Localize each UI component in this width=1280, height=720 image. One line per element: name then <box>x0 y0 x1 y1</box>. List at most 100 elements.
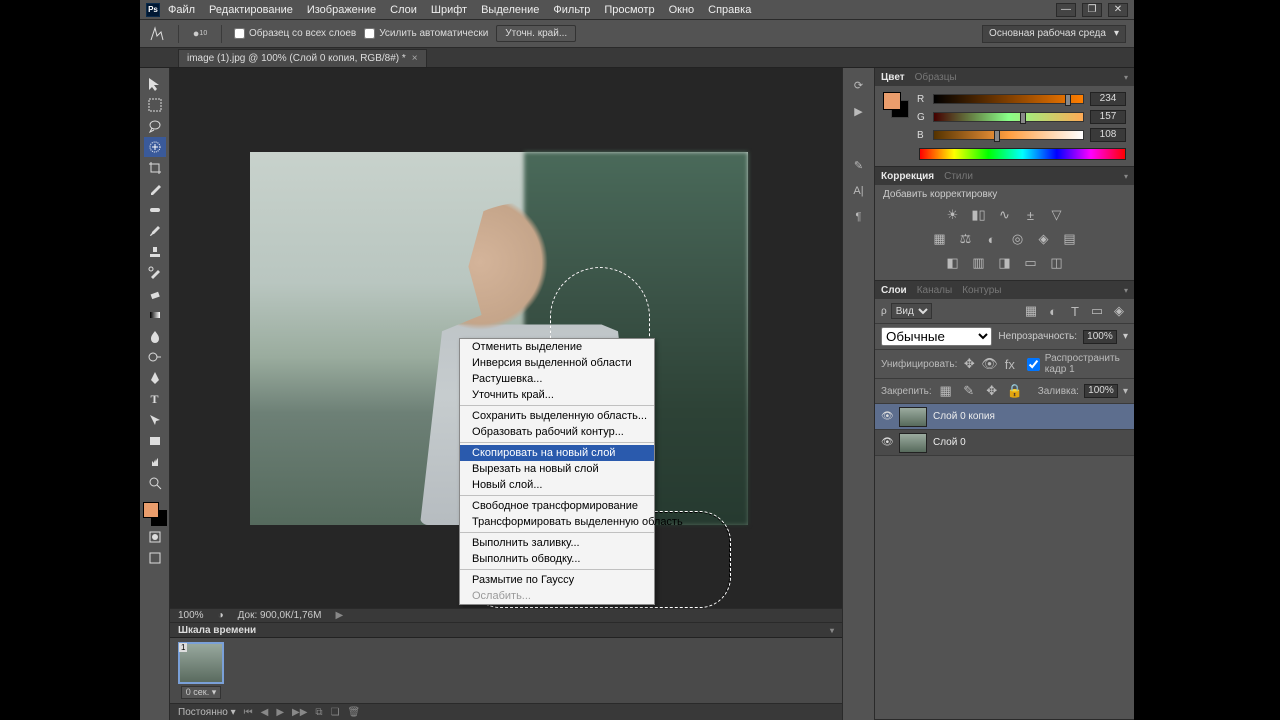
character-panel-icon[interactable]: A| <box>850 182 868 200</box>
actions-panel-icon[interactable]: ▶ <box>850 102 868 120</box>
layers-tab[interactable]: Слои <box>881 285 907 296</box>
context-menu-item[interactable]: Размытие по Гауссу <box>460 572 654 588</box>
foreground-color-swatch[interactable] <box>143 502 159 518</box>
stamp-tool[interactable] <box>144 242 166 262</box>
lock-transparency-icon[interactable]: ▦ <box>937 382 955 400</box>
adjustments-tab[interactable]: Коррекция <box>881 171 934 182</box>
minimize-button[interactable]: — <box>1056 3 1076 17</box>
ruler-icon[interactable]: ◑ <box>218 610 224 621</box>
red-slider[interactable] <box>933 94 1084 104</box>
context-menu-item[interactable]: Выполнить заливку... <box>460 535 654 551</box>
color-spectrum[interactable] <box>919 148 1126 160</box>
selective-color-icon[interactable]: ◫ <box>1048 254 1066 272</box>
loop-mode[interactable]: Постоянно ▾ <box>178 707 236 718</box>
blue-value[interactable]: 108 <box>1090 128 1126 142</box>
hue-icon[interactable]: ▦ <box>931 230 949 248</box>
menu-image[interactable]: Изображение <box>307 4 376 16</box>
unify-pos-icon[interactable]: ✥ <box>962 355 976 373</box>
panel-menu-icon[interactable]: ▾ <box>1124 172 1128 181</box>
layer-filter-kind[interactable]: Вид <box>891 303 932 319</box>
menu-layers[interactable]: Слои <box>390 4 417 16</box>
paragraph-panel-icon[interactable]: ¶ <box>850 208 868 226</box>
levels-icon[interactable]: ▮▯ <box>970 206 988 224</box>
color-chips[interactable] <box>883 92 909 118</box>
auto-enhance-checkbox[interactable]: Усилить автоматически <box>364 28 488 39</box>
filter-pixel-icon[interactable]: ▦ <box>1022 302 1040 320</box>
close-icon[interactable]: × <box>412 53 418 64</box>
invert-icon[interactable]: ◧ <box>944 254 962 272</box>
timeline-frame-thumb[interactable]: 1 <box>178 642 224 684</box>
maximize-button[interactable]: ❐ <box>1082 3 1102 17</box>
shape-tool[interactable] <box>144 431 166 451</box>
layer-name[interactable]: Слой 0 копия <box>933 411 995 422</box>
lookup-icon[interactable]: ▤ <box>1061 230 1079 248</box>
green-value[interactable]: 157 <box>1090 110 1126 124</box>
swatches-tab[interactable]: Образцы <box>915 72 957 83</box>
context-menu-item[interactable]: Новый слой... <box>460 477 654 493</box>
layer-visibility-icon[interactable]: 👁 <box>881 411 893 423</box>
opacity-field[interactable]: 100% <box>1083 330 1117 344</box>
context-menu-item[interactable]: Инверсия выделенной области <box>460 355 654 371</box>
first-frame-button[interactable]: ⏮ <box>244 707 253 718</box>
context-menu-item[interactable]: Образовать рабочий контур... <box>460 424 654 440</box>
context-menu-item[interactable]: Сохранить выделенную область... <box>460 408 654 424</box>
brush-picker[interactable]: ●10 <box>191 25 209 43</box>
filter-adjust-icon[interactable]: ◐ <box>1044 302 1062 320</box>
menu-filter[interactable]: Фильтр <box>553 4 590 16</box>
brush-tool[interactable] <box>144 221 166 241</box>
panel-menu-icon[interactable]: ▾ <box>1124 73 1128 82</box>
bw-icon[interactable]: ◐ <box>983 230 1001 248</box>
play-button[interactable]: ▶ <box>276 707 284 718</box>
gradient-tool[interactable] <box>144 305 166 325</box>
canvas-area[interactable]: Отменить выделениеИнверсия выделенной об… <box>170 68 842 622</box>
frame-duration[interactable]: 0 сек. ▾ <box>181 686 221 699</box>
layer-name[interactable]: Слой 0 <box>933 437 966 448</box>
color-tab[interactable]: Цвет <box>881 72 905 83</box>
filter-smart-icon[interactable]: ◈ <box>1110 302 1128 320</box>
eyedropper-tool[interactable] <box>144 179 166 199</box>
brightness-icon[interactable]: ☀ <box>944 206 962 224</box>
panel-menu-icon[interactable]: ▾ <box>1124 286 1128 295</box>
new-frame-button[interactable]: ❏ <box>331 707 340 718</box>
lock-pixels-icon[interactable]: ✎ <box>960 382 978 400</box>
close-button[interactable]: ✕ <box>1108 3 1128 17</box>
path-select-tool[interactable] <box>144 410 166 430</box>
color-swatches[interactable] <box>143 502 167 526</box>
status-menu-arrow[interactable]: ▶ <box>335 610 343 621</box>
lock-position-icon[interactable]: ✥ <box>983 382 1001 400</box>
current-tool-icon[interactable] <box>148 25 166 43</box>
photo-filter-icon[interactable]: ◎ <box>1009 230 1027 248</box>
context-menu-item[interactable]: Растушевка... <box>460 371 654 387</box>
move-tool[interactable] <box>144 74 166 94</box>
tween-button[interactable]: ⧉ <box>315 707 322 718</box>
prev-frame-button[interactable]: ◀ <box>261 707 269 718</box>
zoom-level[interactable]: 100% <box>178 610 204 621</box>
layer-item[interactable]: 👁 Слой 0 копия <box>875 404 1134 430</box>
posterize-icon[interactable]: ▥ <box>970 254 988 272</box>
propagate-frame-checkbox[interactable] <box>1027 358 1040 371</box>
exposure-icon[interactable]: ± <box>1022 206 1040 224</box>
history-panel-icon[interactable]: ⟳ <box>850 76 868 94</box>
crop-tool[interactable] <box>144 158 166 178</box>
unify-style-icon[interactable]: fx <box>1003 355 1017 373</box>
red-value[interactable]: 234 <box>1090 92 1126 106</box>
heal-tool[interactable] <box>144 200 166 220</box>
refine-edge-button[interactable]: Уточн. край... <box>496 25 576 42</box>
menu-file[interactable]: Файл <box>168 4 195 16</box>
quickmask-toggle[interactable] <box>144 527 166 547</box>
workspace-switcher[interactable]: Основная рабочая среда▾ <box>982 25 1126 43</box>
timeline-panel-tab[interactable]: Шкала времени ▾ <box>170 623 842 638</box>
unify-vis-icon[interactable]: 👁 <box>981 355 998 373</box>
filter-shape-icon[interactable]: ▭ <box>1088 302 1106 320</box>
zoom-tool[interactable] <box>144 473 166 493</box>
curves-icon[interactable]: ∿ <box>996 206 1014 224</box>
layer-item[interactable]: 👁Слой 0 <box>875 430 1134 456</box>
menu-type[interactable]: Шрифт <box>431 4 467 16</box>
balance-icon[interactable]: ⚖ <box>957 230 975 248</box>
type-tool[interactable]: T <box>144 389 166 409</box>
pen-tool[interactable] <box>144 368 166 388</box>
context-menu-item[interactable]: Трансформировать выделенную область <box>460 514 654 530</box>
styles-tab[interactable]: Стили <box>944 171 973 182</box>
menu-edit[interactable]: Редактирование <box>209 4 293 16</box>
eraser-tool[interactable] <box>144 284 166 304</box>
